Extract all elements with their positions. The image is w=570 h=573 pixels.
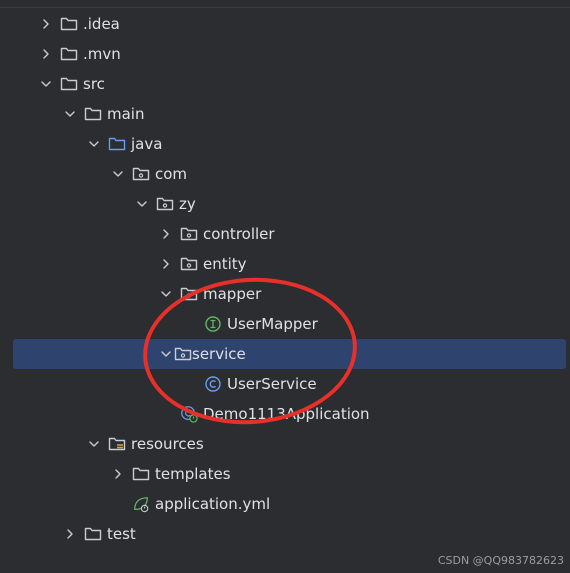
folder-icon [84,525,102,543]
chevron-down-icon[interactable] [38,76,54,92]
tree-item-label: resources [131,435,204,453]
chevron-right-icon[interactable] [158,226,174,242]
tree-item-label: UserService [227,375,317,393]
tree-item-entity[interactable]: entity [0,249,570,279]
no-arrow-spacer [158,406,174,422]
no-arrow-spacer [182,376,198,392]
tree-item-label: src [83,75,105,93]
tree-item-label: java [131,135,163,153]
tree-item-java[interactable]: java [0,129,570,159]
package-icon [132,165,150,183]
tree-item-label: service [192,345,246,363]
watermark: CSDN @QQ983782623 [437,554,564,567]
source-folder-icon [108,135,126,153]
tree-item-controller[interactable]: controller [0,219,570,249]
folder-icon [60,45,78,63]
tree-item-idea[interactable]: .idea [0,9,570,39]
package-icon [174,345,192,363]
tree-item-label: application.yml [155,495,271,513]
tree-item-demo1113application[interactable]: Demo1113Application [0,399,570,429]
chevron-right-icon[interactable] [62,526,78,542]
package-icon [180,225,198,243]
tree-item-src[interactable]: src [0,69,570,99]
chevron-right-icon[interactable] [38,46,54,62]
tree-item-zy[interactable]: zy [0,189,570,219]
chevron-down-icon[interactable] [134,196,150,212]
tree-item-service[interactable]: service [13,339,566,369]
chevron-down-icon[interactable] [158,286,174,302]
tree-item-label: zy [179,195,196,213]
chevron-down-icon[interactable] [158,346,174,362]
tree-item-label: main [107,105,145,123]
chevron-right-icon[interactable] [158,256,174,272]
tree-item-com[interactable]: com [0,159,570,189]
tree-item-test[interactable]: test [0,519,570,549]
tree-item-label: mapper [203,285,262,303]
interface-icon [204,315,222,333]
tree-item-label: .idea [83,15,120,33]
tree-item-label: .mvn [83,45,121,63]
resources-folder-icon [108,435,126,453]
tree-item-usermapper[interactable]: UserMapper [0,309,570,339]
tree-item-label: controller [203,225,275,243]
folder-icon [132,465,150,483]
tree-item-label: templates [155,465,231,483]
chevron-down-icon[interactable] [86,136,102,152]
chevron-down-icon[interactable] [86,436,102,452]
tree-item-templates[interactable]: templates [0,459,570,489]
chevron-right-icon[interactable] [38,16,54,32]
tree-item-mvn[interactable]: .mvn [0,39,570,69]
folder-icon [84,105,102,123]
tree-item-label: com [155,165,188,183]
tree-item-resources[interactable]: resources [0,429,570,459]
top-divider [0,7,570,8]
package-icon [156,195,174,213]
package-icon [180,285,198,303]
spring-app-icon [180,405,198,423]
tree-item-label: UserMapper [227,315,318,333]
package-icon [180,255,198,273]
tree-item-userservice[interactable]: UserService [0,369,570,399]
folder-icon [60,75,78,93]
tree-item-main[interactable]: main [0,99,570,129]
tree-item-label: Demo1113Application [203,405,370,423]
tree-item-mapper[interactable]: mapper [0,279,570,309]
chevron-down-icon[interactable] [62,106,78,122]
chevron-down-icon[interactable] [110,166,126,182]
tree-item-label: test [107,525,136,543]
spring-config-icon [132,495,150,513]
folder-icon [60,15,78,33]
class-icon [204,375,222,393]
no-arrow-spacer [182,316,198,332]
tree-item-application-yml[interactable]: application.yml [0,489,570,519]
no-arrow-spacer [110,496,126,512]
chevron-right-icon[interactable] [110,466,126,482]
tree-item-label: entity [203,255,247,273]
